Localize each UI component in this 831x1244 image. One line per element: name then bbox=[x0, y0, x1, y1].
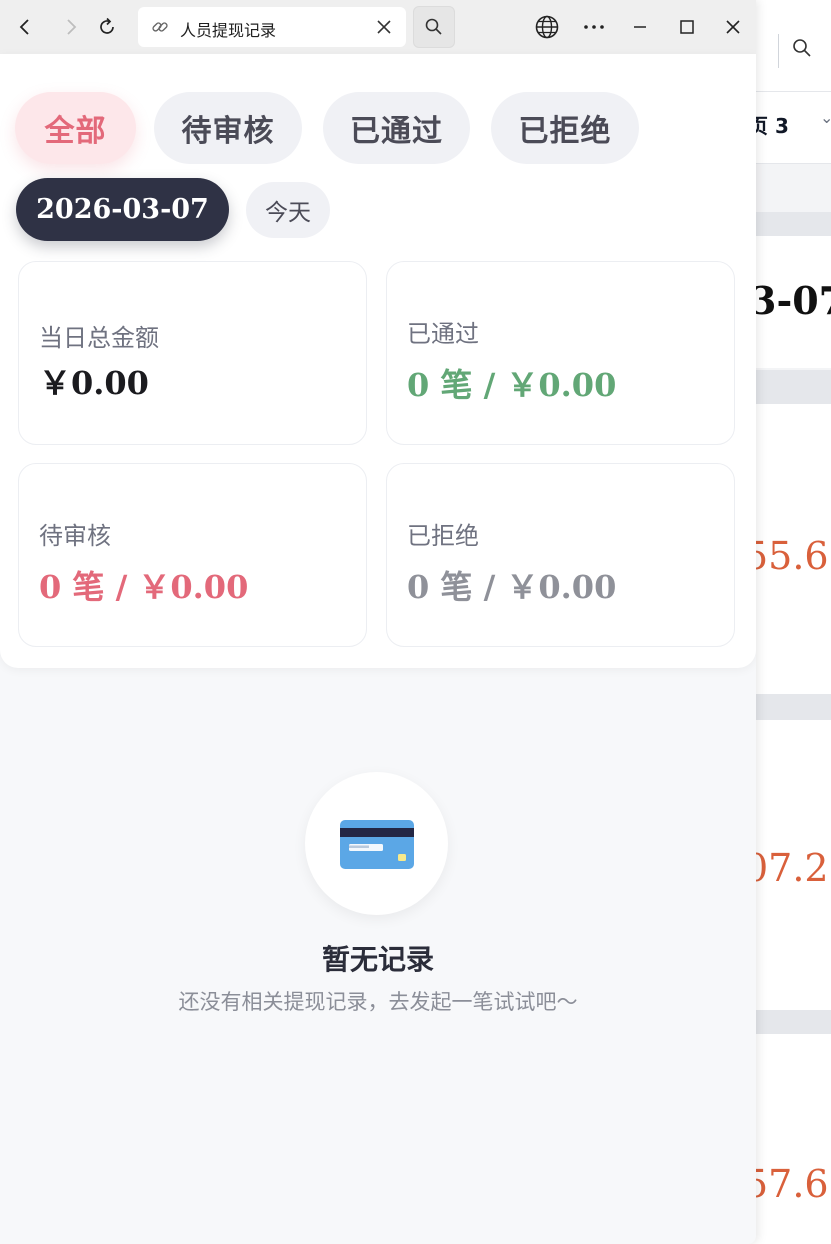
stat-card-rejected: 已拒绝 0 笔 / ￥0.00 bbox=[386, 463, 735, 647]
maximize-icon[interactable] bbox=[674, 14, 700, 40]
bg-record-card bbox=[756, 1034, 831, 1244]
bg-search-icon[interactable] bbox=[792, 38, 812, 58]
bg-amount: 07.20 bbox=[756, 846, 831, 890]
stat-separator: / bbox=[115, 568, 128, 606]
stat-unit: 笔 bbox=[72, 568, 105, 606]
stat-value: 0 笔 / ￥0.00 bbox=[407, 360, 616, 406]
credit-card-icon bbox=[340, 820, 414, 869]
forward-icon[interactable] bbox=[58, 14, 84, 40]
bg-band bbox=[756, 212, 831, 236]
bg-toolbar-divider bbox=[778, 34, 779, 68]
bg-pagination-row: 页 3 ⌄ bbox=[756, 92, 831, 164]
stat-card-approved: 已通过 0 笔 / ￥0.00 bbox=[386, 261, 735, 445]
stat-unit: 笔 bbox=[440, 568, 473, 606]
stat-label: 已拒绝 bbox=[407, 522, 479, 550]
browser-toolbar: 人员提现记录 bbox=[0, 0, 756, 54]
window-close-icon[interactable] bbox=[720, 14, 746, 40]
bg-band bbox=[756, 1010, 831, 1034]
back-icon[interactable] bbox=[12, 14, 38, 40]
stat-count: 0 bbox=[407, 366, 430, 404]
empty-state-title: 暂无记录 bbox=[321, 943, 434, 976]
stat-label: 当日总金额 bbox=[39, 324, 159, 352]
empty-state-icon-container bbox=[305, 772, 448, 915]
address-bar[interactable]: 人员提现记录 bbox=[138, 7, 406, 47]
stat-label: 已通过 bbox=[407, 320, 479, 348]
today-button[interactable]: 今天 bbox=[246, 182, 330, 238]
stat-count: 0 bbox=[39, 568, 62, 606]
bg-date-fragment: 3-07 bbox=[756, 278, 831, 323]
tab-all[interactable]: 全部 bbox=[15, 92, 136, 164]
search-button[interactable] bbox=[413, 6, 455, 48]
bg-amount: 57.60 bbox=[756, 1162, 831, 1206]
globe-icon[interactable] bbox=[534, 14, 560, 40]
empty-state-description: 还没有相关提现记录，去发起一笔试试吧～ bbox=[178, 990, 578, 1014]
bg-page-fragment: 页 3 bbox=[756, 114, 789, 138]
minimize-icon[interactable] bbox=[627, 14, 653, 40]
search-icon bbox=[425, 18, 442, 35]
tab-rejected[interactable]: 已拒绝 bbox=[491, 92, 639, 164]
stat-separator: / bbox=[483, 568, 496, 606]
stat-amount: ￥0.00 bbox=[506, 366, 617, 404]
tab-approved[interactable]: 已通过 bbox=[323, 92, 470, 164]
page-title: 人员提现记录 bbox=[180, 21, 277, 40]
stat-value: 0 笔 / ￥0.00 bbox=[39, 562, 248, 608]
link-icon bbox=[152, 22, 168, 32]
tab-pending[interactable]: 待审核 bbox=[154, 92, 302, 164]
stat-separator: / bbox=[483, 366, 496, 404]
date-picker-button[interactable]: 2026-03-07 bbox=[16, 178, 229, 241]
stat-value: 0 笔 / ￥0.00 bbox=[407, 562, 616, 608]
stat-value: ￥0.00 bbox=[39, 364, 149, 402]
stat-card-total: 当日总金额 ￥0.00 bbox=[18, 261, 367, 445]
stat-amount: ￥0.00 bbox=[506, 568, 617, 606]
stat-count: 0 bbox=[407, 568, 430, 606]
background-window: 页 3 ⌄ 3-07 55.60 07.20 57.60 bbox=[756, 0, 831, 1244]
more-icon[interactable] bbox=[581, 14, 607, 40]
withdrawal-records-window: 人员提现记录 全部 待审核 已通过 已拒绝 2026-03-07 今天 当日总金… bbox=[0, 0, 756, 1244]
close-icon[interactable] bbox=[374, 17, 394, 37]
stat-unit: 笔 bbox=[440, 366, 473, 404]
stat-label: 待审核 bbox=[39, 522, 111, 550]
stat-card-pending: 待审核 0 笔 / ￥0.00 bbox=[18, 463, 367, 647]
bg-chevron-icon[interactable]: ⌄ bbox=[820, 108, 831, 127]
bg-amount: 55.60 bbox=[756, 534, 831, 578]
bg-band bbox=[756, 370, 831, 404]
reload-icon[interactable] bbox=[94, 14, 120, 40]
filter-and-stats-section: 全部 待审核 已通过 已拒绝 2026-03-07 今天 当日总金额 ￥0.00… bbox=[0, 54, 756, 668]
bg-toolbar bbox=[756, 0, 831, 92]
stat-amount: ￥0.00 bbox=[138, 568, 249, 606]
bg-band bbox=[756, 694, 831, 720]
